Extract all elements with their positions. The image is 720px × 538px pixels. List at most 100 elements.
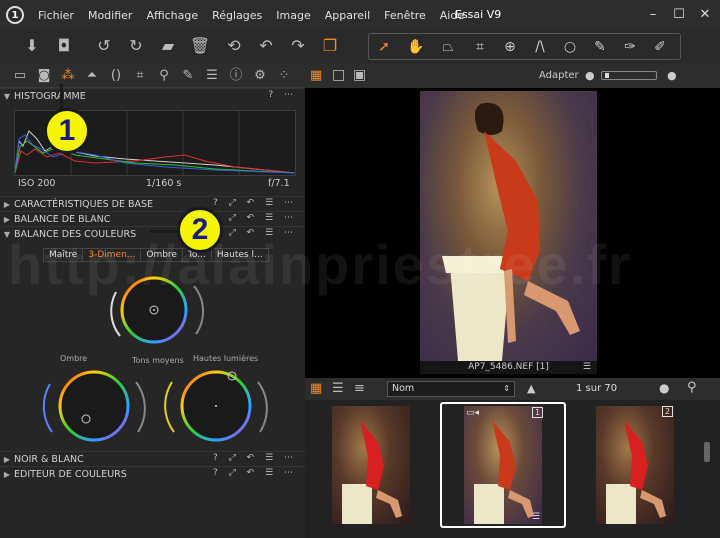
white-balance-header[interactable]: ▶ BALANCE DE BLANC A ⤢ ↶ ☰ ⋯ <box>0 211 305 226</box>
close-icon[interactable]: ✕ <box>696 6 714 24</box>
label-shadow: Ombre <box>60 354 88 363</box>
menu-reglages[interactable]: Réglages <box>212 9 262 22</box>
section-tools-icon[interactable]: ? ⤢ ↶ ☰ ⋯ <box>213 453 297 463</box>
tab-exposure-icon[interactable]: ⏶ <box>82 67 102 85</box>
thumbnail[interactable]: 2 <box>570 402 696 528</box>
window-title: Essai V9 <box>455 8 502 21</box>
sort-select-value: Nom <box>392 383 415 394</box>
reset-icon[interactable]: ⟲ <box>222 34 246 58</box>
rotate-tool-icon[interactable]: ⊕ <box>497 36 523 58</box>
user-filter-icon[interactable]: ● <box>659 381 669 395</box>
tab-output-icon[interactable]: ⚙ <box>250 67 270 85</box>
menu-image[interactable]: Image <box>276 9 310 22</box>
variant-badge: 2 <box>662 406 673 417</box>
grid-view-icon[interactable]: ▦ <box>310 68 322 83</box>
undo-icon[interactable]: ↶ <box>254 34 278 58</box>
adapter-label: Adapter <box>539 70 579 81</box>
fullscreen-view-icon[interactable]: ▣ <box>353 67 366 83</box>
tab-color-icon[interactable]: ⁂ <box>58 67 78 85</box>
label-midtones: Tons moyens <box>132 356 184 365</box>
zoom-slider-handle[interactable] <box>605 73 609 78</box>
search-icon[interactable]: ⚲ <box>687 380 697 395</box>
browser-scrollbar[interactable] <box>704 442 710 462</box>
menu-fenetre[interactable]: Fenêtre <box>384 9 426 22</box>
tab-composition-icon[interactable]: ⌗ <box>130 67 150 85</box>
chevron-down-icon: ▼ <box>3 91 11 101</box>
tab-batch-icon[interactable]: ⁘ <box>274 67 294 85</box>
tab-info-icon[interactable]: ⓘ <box>226 67 246 85</box>
redo-icon[interactable]: ↷ <box>286 34 310 58</box>
circle-mask-icon[interactable]: ○ <box>557 36 583 58</box>
variant-icon: ▭◂ <box>466 408 480 418</box>
variant-badge: 1 <box>532 407 543 418</box>
highlights-color-wheel[interactable] <box>164 366 274 448</box>
move-folder-icon[interactable]: ▰ <box>156 34 180 58</box>
brush-icon[interactable]: ✎ <box>587 36 613 58</box>
white-balance-title: BALANCE DE BLANC <box>14 213 111 225</box>
histogram-header[interactable]: ▼ HISTOGRAMME ? ⋯ <box>0 88 305 103</box>
select-cursor-icon[interactable]: ➚ <box>371 36 397 58</box>
chevron-right-icon: ▶ <box>3 469 11 479</box>
watermark: http://alainpriestree.fr <box>8 233 632 296</box>
tab-library-icon[interactable]: ▭ <box>10 67 30 85</box>
tab-details-icon[interactable]: ⚲ <box>154 67 174 85</box>
thumbnail-selected[interactable]: ▭◂ 1 ☰ <box>440 402 566 528</box>
tool-tabs: ▭ ◙ ⁂ ⏶ () ⌗ ⚲ ✎ ☰ ⓘ ⚙ ⁘ <box>0 64 305 88</box>
browser-list-icon[interactable]: ☰ <box>332 381 344 396</box>
tab-metadata-icon[interactable]: ☰ <box>202 67 222 85</box>
section-tools-icon[interactable]: ? ⤢ ↶ ☰ ⋯ <box>213 468 297 478</box>
thumb-menu-icon[interactable]: ☰ <box>532 512 540 522</box>
main-photo-illustration <box>442 102 580 361</box>
caption-menu-icon[interactable]: ☰ <box>583 361 591 374</box>
menu-fichier[interactable]: Fichier <box>38 9 74 22</box>
section-tools-icon[interactable]: A ⤢ ↶ ☰ ⋯ <box>212 213 297 223</box>
sort-select[interactable]: Nom ⇕ <box>387 381 515 397</box>
black-white-header[interactable]: ▶ NOIR & BLANC ? ⤢ ↶ ☰ ⋯ <box>0 451 305 466</box>
rotate-right-icon[interactable]: ↻ <box>124 34 148 58</box>
import-icon[interactable]: ⬇ <box>20 34 44 58</box>
single-view-icon[interactable]: □ <box>332 67 345 83</box>
black-white-title: NOIR & BLANC <box>14 453 84 465</box>
menu-affichage[interactable]: Affichage <box>146 9 198 22</box>
minimize-icon[interactable]: – <box>644 6 662 24</box>
photo-filename: AP7_5486.NEF [1] <box>468 362 549 372</box>
zoom-slider[interactable] <box>601 71 657 80</box>
user-large-icon: ● <box>667 69 677 82</box>
menu-appareil[interactable]: Appareil <box>325 9 370 22</box>
tab-lens-icon[interactable]: () <box>106 67 126 85</box>
browser-filmstrip-icon[interactable]: ≡ <box>354 381 365 396</box>
trash-icon[interactable]: 🗑 <box>188 34 212 58</box>
main-photo[interactable] <box>420 91 597 361</box>
histogram-title: HISTOGRAMME <box>14 90 86 102</box>
section-tools-icon[interactable]: ? ⤢ ↶ ☰ ⋯ <box>213 198 297 208</box>
keystone-icon[interactable]: ⏢ <box>435 36 461 58</box>
picker-icon[interactable]: ✑ <box>617 36 643 58</box>
tab-adjustments-icon[interactable]: ✎ <box>178 67 198 85</box>
tab-capture-icon[interactable]: ◙ <box>34 67 54 85</box>
menu-modifier[interactable]: Modifier <box>88 9 132 22</box>
thumbnail-illustration <box>474 420 534 524</box>
variants-icon[interactable]: ❐ <box>318 34 342 58</box>
section-tools-icon[interactable]: ? ⋯ <box>268 90 297 100</box>
browser-grid-icon[interactable]: ▦ <box>310 381 322 396</box>
maximize-icon[interactable]: ☐ <box>670 6 688 24</box>
base-characteristics-title: CARACTÉRISTIQUES DE BASE <box>14 198 154 210</box>
camera-icon[interactable]: ◘ <box>52 34 76 58</box>
crop-icon[interactable]: ⌗ <box>467 36 493 58</box>
sort-direction-icon[interactable]: ▲ <box>527 382 535 395</box>
thumbnail-illustration <box>342 420 402 524</box>
rotate-left-icon[interactable]: ↺ <box>92 34 116 58</box>
chevron-down-icon: ⇕ <box>503 384 510 393</box>
annotate-icon[interactable]: ✐ <box>647 36 673 58</box>
perspective-icon[interactable]: /\ <box>527 36 553 58</box>
app-logo-icon: 1 <box>6 6 24 24</box>
annotation-2: 2 <box>177 207 223 253</box>
base-characteristics-header[interactable]: ▶ CARACTÉRISTIQUES DE BASE ? ⤢ ↶ ☰ ⋯ <box>0 196 305 211</box>
color-editor-title: EDITEUR DE COULEURS <box>14 468 127 480</box>
annotation-1-pointer <box>60 84 72 110</box>
histogram-shutter: 1/160 s <box>146 178 182 189</box>
color-editor-header[interactable]: ▶ EDITEUR DE COULEURS ? ⤢ ↶ ☰ ⋯ <box>0 466 305 481</box>
thumbnail[interactable] <box>306 402 432 528</box>
shadow-color-wheel[interactable] <box>40 366 150 448</box>
pan-hand-icon[interactable]: ✋ <box>403 36 429 58</box>
